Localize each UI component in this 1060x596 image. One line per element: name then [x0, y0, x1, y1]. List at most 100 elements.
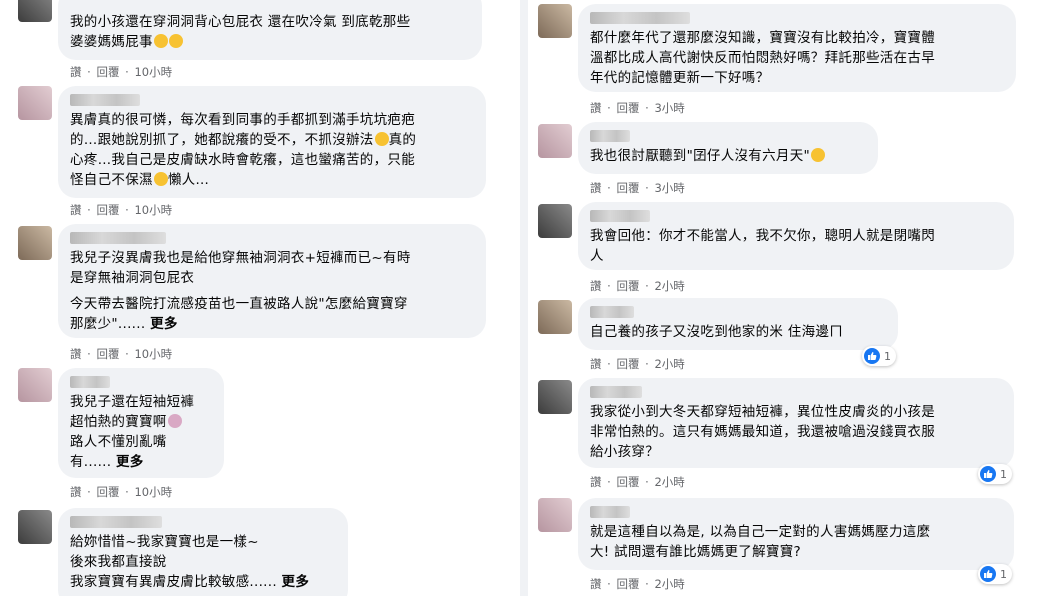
like-link[interactable]: 讚	[590, 577, 602, 591]
avatar[interactable]	[538, 498, 572, 532]
comment-bubble: 異膚真的很可憐，每次看到同事的手都抓到滿手坑坑疤疤 的…跟她說別抓了，她都說癢的…	[58, 86, 486, 198]
timestamp[interactable]: 2小時	[654, 357, 684, 371]
like-link[interactable]: 讚	[590, 279, 602, 293]
comment-actions: 讚 · 回覆 · 3小時	[590, 181, 685, 195]
like-link[interactable]: 讚	[590, 181, 602, 195]
avatar[interactable]	[18, 368, 52, 402]
comment-actions: 讚 · 回覆 · 10小時	[70, 203, 173, 217]
column-divider	[520, 0, 528, 596]
like-link[interactable]: 讚	[590, 101, 602, 115]
comment-bubble: 都什麼年代了還那麼沒知識，寶寶沒有比較拍冷，寶寶體 溫都比成人高代謝快反而怕悶熱…	[578, 4, 1016, 92]
avatar[interactable]	[538, 4, 572, 38]
comment-actions: 讚 · 回覆 · 3小時	[590, 101, 685, 115]
avatar[interactable]	[538, 380, 572, 414]
comment-bubble: 我兒子沒異膚我也是給他穿無袖洞洞衣+短褲而已~有時 是穿無袖洞洞包屁衣 今天帶去…	[58, 224, 486, 338]
author-name-blurred[interactable]	[70, 232, 166, 244]
comment-text: 就是這種自以為是, 以為自己一定對的人害媽媽壓力這麼 大! 試問還有誰比媽媽更了…	[590, 524, 931, 560]
comment-bubble: 我會回他：你才不能當人，我不欠你，聰明人就是閉嘴閃 人	[578, 202, 1014, 270]
reply-link[interactable]: 回覆	[616, 101, 639, 115]
reply-link[interactable]: 回覆	[616, 181, 639, 195]
comment-actions: 讚 · 回覆 · 10小時	[70, 485, 173, 499]
reaction-count-badge[interactable]: 1	[978, 564, 1012, 584]
reaction-count-badge[interactable]: 1	[862, 346, 896, 366]
comment-text: 自己養的孩子又沒吃到他家的米 住海邊ㄇ	[590, 324, 843, 340]
comment-text: 我兒子沒異膚我也是給他穿無袖洞洞衣+短褲而已~有時 是穿無袖洞洞包屁衣	[70, 250, 411, 286]
comment-bubble: 給妳惜惜~我家寶寶也是一樣~ 後來我都直接說 我家寶寶有異膚皮膚比較敏感....…	[58, 508, 348, 596]
author-name-blurred[interactable]	[590, 130, 630, 142]
timestamp[interactable]: 2小時	[654, 279, 684, 293]
comment-text: 異膚真的很可憐，每次看到同事的手都抓到滿手坑坑疤疤 的…跟她說別抓了，她都說癢的…	[70, 112, 415, 148]
thumbs-up-icon	[980, 566, 996, 582]
comment-actions: 讚 · 回覆 · 2小時	[590, 279, 685, 293]
reply-link[interactable]: 回覆	[616, 279, 639, 293]
comment-actions: 讚 · 回覆 · 10小時	[70, 347, 173, 361]
reply-link[interactable]: 回覆	[96, 203, 119, 217]
comments-column-left: 我的小孩還在穿洞洞背心包屁衣 還在吹冷氣 到底乾那些 婆婆媽媽屁事 讚 · 回覆…	[0, 0, 520, 596]
thumbs-up-icon	[864, 348, 880, 364]
reaction-count: 1	[884, 349, 891, 363]
author-name-blurred[interactable]	[70, 376, 110, 388]
like-link[interactable]: 讚	[70, 347, 82, 361]
timestamp[interactable]: 10小時	[134, 65, 172, 79]
timestamp[interactable]: 10小時	[134, 347, 172, 361]
reaction-count: 1	[1000, 567, 1007, 581]
author-name-blurred[interactable]	[70, 516, 162, 528]
timestamp[interactable]: 2小時	[654, 475, 684, 489]
emoji-icon	[168, 34, 183, 48]
comment-actions: 讚 · 回覆 · 2小時	[590, 357, 685, 371]
avatar[interactable]	[538, 124, 572, 158]
like-link[interactable]: 讚	[590, 475, 602, 489]
reaction-count: 1	[1000, 467, 1007, 481]
timestamp[interactable]: 10小時	[134, 203, 172, 217]
avatar[interactable]	[18, 86, 52, 120]
author-name-blurred[interactable]	[70, 94, 140, 106]
avatar[interactable]	[18, 226, 52, 260]
emoji-icon	[153, 172, 168, 186]
comment-text: 我的小孩還在穿洞洞背心包屁衣 還在吹冷氣 到底乾那些 婆婆媽媽屁事	[70, 14, 411, 50]
author-name-blurred[interactable]	[590, 210, 650, 222]
comment-actions: 讚 · 回覆 · 2小時	[590, 475, 685, 489]
see-more-link[interactable]: 更多	[116, 454, 144, 470]
comments-column-right: 都什麼年代了還那麼沒知識，寶寶沒有比較拍冷，寶寶體 溫都比成人高代謝快反而怕悶熱…	[528, 0, 1060, 596]
see-more-link[interactable]: 更多	[150, 316, 178, 332]
like-link[interactable]: 讚	[70, 65, 82, 79]
comment-actions: 讚 · 回覆 · 2小時	[590, 577, 685, 591]
like-link[interactable]: 讚	[590, 357, 602, 371]
avatar[interactable]	[18, 510, 52, 544]
emoji-icon	[167, 414, 182, 428]
comment-bubble: 我的小孩還在穿洞洞背心包屁衣 還在吹冷氣 到底乾那些 婆婆媽媽屁事	[58, 0, 482, 60]
reply-link[interactable]: 回覆	[96, 65, 119, 79]
like-link[interactable]: 讚	[70, 203, 82, 217]
author-name-blurred[interactable]	[590, 506, 630, 518]
reply-link[interactable]: 回覆	[96, 347, 119, 361]
comment-text: 我也很討厭聽到"囝仔人沒有六月天"	[590, 148, 811, 164]
avatar[interactable]	[538, 204, 572, 238]
comment-text: 我家從小到大冬天都穿短袖短褲，異位性皮膚炎的小孩是 非常怕熱的。這只有媽媽最知道…	[590, 404, 935, 460]
comment-bubble: 我也很討厭聽到"囝仔人沒有六月天"	[578, 122, 878, 174]
author-name-blurred[interactable]	[590, 12, 690, 24]
comment-bubble: 我家從小到大冬天都穿短袖短褲，異位性皮膚炎的小孩是 非常怕熱的。這只有媽媽最知道…	[578, 378, 1014, 468]
reply-link[interactable]: 回覆	[616, 577, 639, 591]
comment-text: 都什麼年代了還那麼沒知識，寶寶沒有比較拍冷，寶寶體 溫都比成人高代謝快反而怕悶熱…	[590, 30, 935, 86]
reaction-count-badge[interactable]: 1	[978, 464, 1012, 484]
comment-text: 我會回他：你才不能當人，我不欠你，聰明人就是閉嘴閃 人	[590, 228, 935, 264]
comment-text-cont: 懶人…	[167, 172, 210, 188]
reply-link[interactable]: 回覆	[96, 485, 119, 499]
like-link[interactable]: 讚	[70, 485, 82, 499]
see-more-link[interactable]: 更多	[282, 574, 310, 590]
timestamp[interactable]: 3小時	[654, 101, 684, 115]
reply-link[interactable]: 回覆	[616, 475, 639, 489]
avatar[interactable]	[18, 0, 52, 22]
comment-bubble: 我兒子還在短袖短褲 超怕熱的寶寶啊 路人不懂別亂嘴 有...... 更多	[58, 368, 224, 478]
author-name-blurred[interactable]	[590, 386, 642, 398]
timestamp[interactable]: 10小時	[134, 485, 172, 499]
timestamp[interactable]: 2小時	[654, 577, 684, 591]
comment-actions: 讚 · 回覆 · 10小時	[70, 65, 173, 79]
comment-text: 給妳惜惜~我家寶寶也是一樣~ 後來我都直接說 我家寶寶有異膚皮膚比較敏感....…	[70, 534, 277, 590]
reply-link[interactable]: 回覆	[616, 357, 639, 371]
emoji-icon	[374, 132, 389, 146]
author-name-blurred[interactable]	[590, 306, 634, 318]
thumbs-up-icon	[980, 466, 996, 482]
avatar[interactable]	[538, 300, 572, 334]
timestamp[interactable]: 3小時	[654, 181, 684, 195]
